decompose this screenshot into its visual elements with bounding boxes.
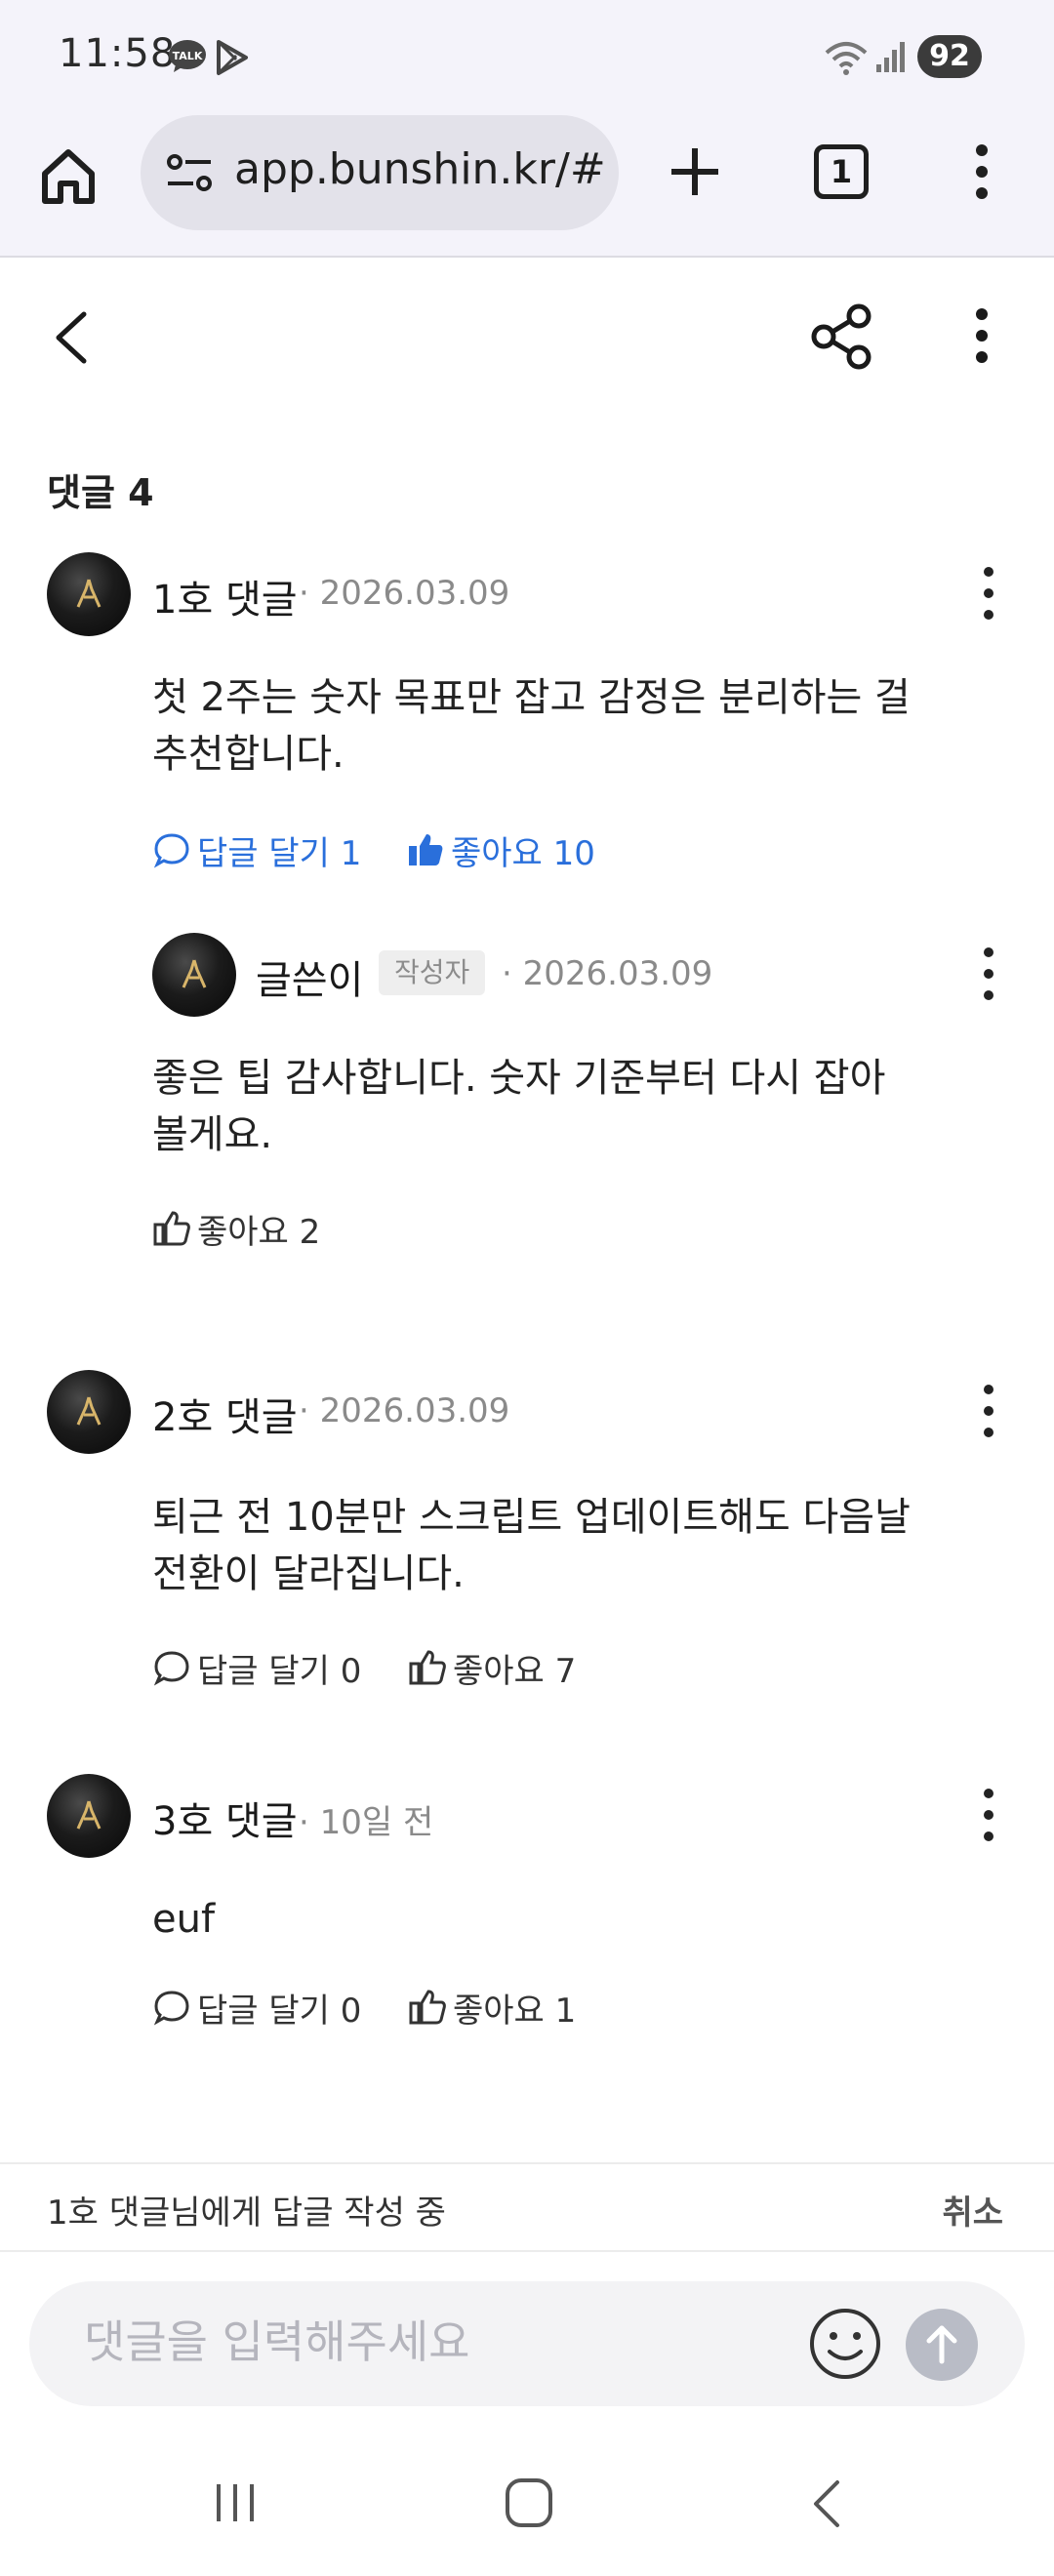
address-bar[interactable]: app.bunshin.kr/# [141,115,619,230]
like-button[interactable]: 좋아요 7 [408,1643,576,1692]
send-button[interactable] [906,2309,978,2381]
avatar-logo-icon [76,1396,101,1426]
wifi-icon [825,42,868,75]
avatar[interactable] [152,933,236,1017]
home-icon[interactable] [37,144,100,207]
comment-date: · 10일 전 [299,1803,434,1842]
avatar[interactable] [47,552,131,636]
speech-bubble-icon [153,833,189,868]
like-label: 좋아요 7 [453,1651,577,1691]
reply-label: 답글 달기 0 [197,1991,362,2031]
avatar-logo-icon [182,959,207,988]
play-store-icon [217,40,248,75]
tab-switcher-button[interactable]: 1 [814,144,869,199]
speech-bubble-icon [153,1651,189,1686]
thumbs-up-icon [153,1211,190,1246]
comment-menu-icon[interactable] [974,945,1003,1003]
home-nav-icon[interactable] [504,2476,554,2529]
avatar-logo-icon [76,1800,101,1830]
recent-apps-icon[interactable] [211,2478,260,2527]
comment-text: 좋은 팁 감사합니다. 숫자 기준부터 다시 잡아볼게요. [152,1056,886,1157]
comment-author[interactable]: 3호 댓글 [152,1790,298,1846]
comment-author[interactable]: 1호 댓글 [152,568,298,624]
battery-indicator: 92 [917,35,982,78]
like-button[interactable]: 좋아요 10 [406,825,595,874]
like-label: 좋아요 1 [453,1991,577,2031]
comment-author[interactable]: 글쓴이 [256,948,363,1005]
like-button[interactable]: 좋아요 1 [408,1983,576,2032]
comment-author[interactable]: 2호 댓글 [152,1386,298,1442]
more-options-icon[interactable] [962,304,1001,367]
reply-label: 답글 달기 0 [197,1651,362,1691]
thumbs-up-icon [409,1990,446,2025]
thumbs-up-filled-icon [409,834,443,865]
comment-date: · 2026.03.09 [502,954,713,993]
like-label: 좋아요 10 [451,833,595,873]
arrow-up-icon [926,2325,957,2364]
reply-button[interactable]: 답글 달기 0 [152,1983,361,2032]
comment-menu-icon[interactable] [974,1382,1003,1440]
reply-button[interactable]: 답글 달기 1 [152,825,361,874]
status-bar: 11:58 TALK 92 [0,0,1054,109]
comment-text: 퇴근 전 10분만 스크립트 업데이트해도 다음날 전환이 달라집니다. [152,1495,911,1596]
comment-date: · 2026.03.09 [299,1391,510,1430]
avatar[interactable] [47,1774,131,1858]
comment-count-heading: 댓글 4 [47,471,154,514]
speech-bubble-icon [153,1991,189,2026]
site-settings-icon[interactable] [166,152,213,195]
avatar-logo-icon [76,579,101,608]
status-time: 11:58 [59,31,177,76]
author-badge: 작성자 [379,950,486,995]
new-tab-icon[interactable] [668,144,722,199]
comment-text: 첫 2주는 숫자 목표만 잡고 감정은 분리하는 걸 추천합니다. [152,675,911,777]
back-arrow-icon[interactable] [49,308,96,367]
emoji-icon[interactable] [806,2305,884,2383]
avatar[interactable] [47,1370,131,1454]
browser-menu-icon[interactable] [960,141,1003,203]
comment-text: euf [152,1897,216,1942]
thumbs-up-icon [409,1650,446,1685]
system-nav-bar [0,2439,1054,2576]
svg-text:TALK: TALK [173,50,203,62]
reply-button[interactable]: 답글 달기 0 [152,1643,361,1692]
comment-date: · 2026.03.09 [299,574,510,613]
browser-toolbar: app.bunshin.kr/# 1 [0,109,1054,258]
reply-label: 답글 달기 1 [197,833,362,873]
signal-icon [876,42,905,72]
comment-menu-icon[interactable] [974,564,1003,623]
reply-status-bar: 1호 댓글님에게 답글 작성 중 취소 [0,2162,1054,2252]
comment-menu-icon[interactable] [974,1786,1003,1844]
url-text: app.bunshin.kr/# [234,144,606,194]
like-label: 좋아요 2 [197,1212,321,1252]
cancel-reply-button[interactable]: 취소 [942,2186,1003,2234]
like-button[interactable]: 좋아요 2 [152,1204,320,1253]
comment-input[interactable] [84,2311,767,2373]
share-icon[interactable] [808,302,876,371]
back-nav-icon[interactable] [806,2476,845,2531]
comment-composer [29,2281,1025,2406]
kakaotalk-icon: TALK [169,40,206,72]
reply-target-text: 1호 댓글님에게 답글 작성 중 [47,2194,446,2233]
